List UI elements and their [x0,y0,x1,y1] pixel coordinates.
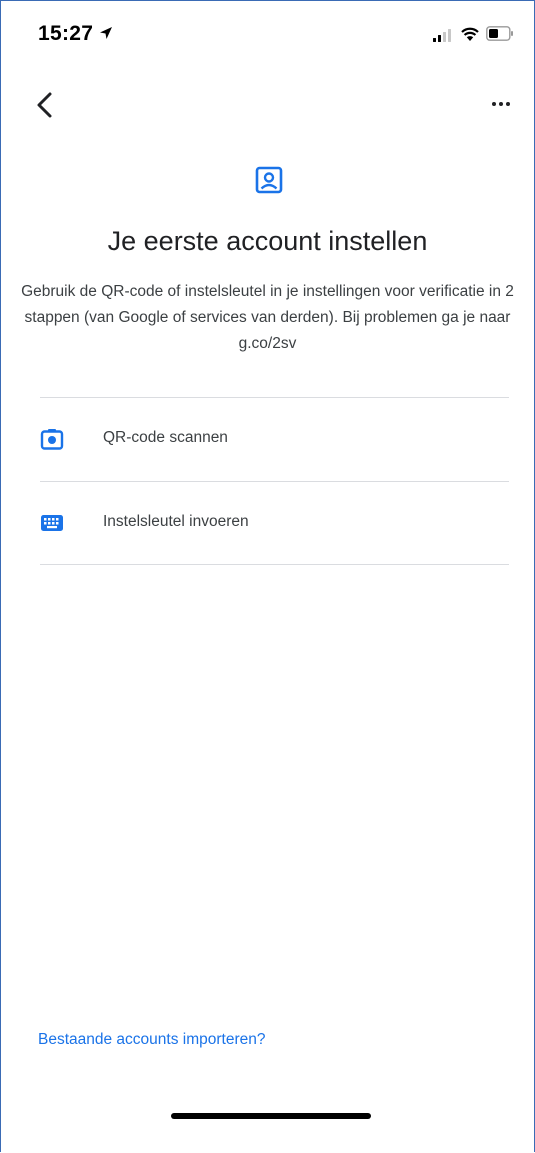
divider [40,564,509,565]
scan-qr-code-label: QR-code scannen [103,429,228,446]
camera-icon [40,429,64,450]
keyboard-icon [41,515,63,531]
page-title: Je eerste account instellen [107,226,428,256]
battery-icon [486,26,513,41]
more-options-button[interactable] [484,94,518,114]
location-arrow-icon [100,27,112,39]
chevron-left-icon [37,92,52,118]
status-time: 15:27 [38,22,94,45]
page-description: Gebruik de QR-code of instelsleutel in j… [21,283,514,352]
import-accounts-link[interactable]: Bestaande accounts importeren? [38,1031,265,1049]
scan-qr-code-option[interactable]: QR-code scannen [40,398,509,480]
back-button[interactable] [30,88,60,122]
more-horizontal-icon [492,102,510,106]
status-bar: 15:27 [0,0,535,75]
home-indicator[interactable] [171,1113,371,1119]
cellular-signal-icon [433,29,451,42]
enter-setup-key-option[interactable]: Instelsleutel invoeren [40,482,509,564]
enter-setup-key-label: Instelsleutel invoeren [103,513,249,530]
account-badge-icon [255,166,283,194]
wifi-icon [461,27,479,41]
